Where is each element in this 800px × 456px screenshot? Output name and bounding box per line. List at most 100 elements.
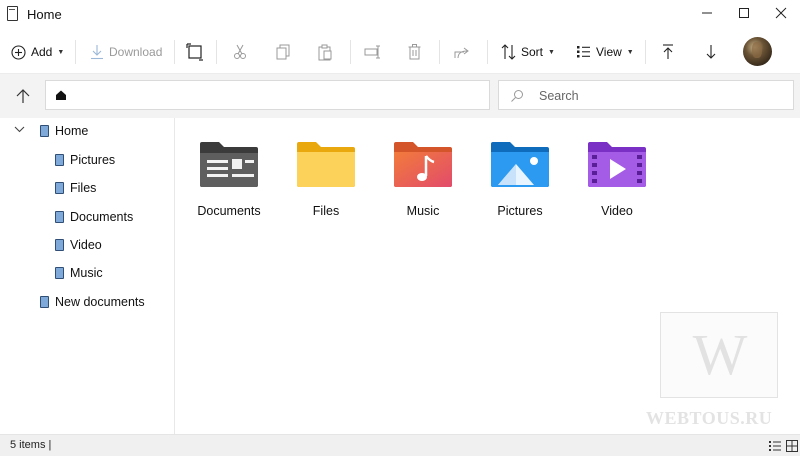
watermark-text: WEBTOUS.RU xyxy=(646,408,773,428)
folder-label: Music xyxy=(406,204,440,218)
download-arrow-button[interactable] xyxy=(705,30,717,74)
folder-label: Files xyxy=(312,204,340,218)
sidebar-item-label: Documents xyxy=(70,210,134,224)
rename-icon xyxy=(364,45,380,59)
download-icon xyxy=(91,45,103,60)
toolbar-divider xyxy=(439,40,440,64)
rename-button[interactable] xyxy=(364,30,381,74)
toolbar-divider xyxy=(174,40,175,64)
folder-label: Pictures xyxy=(497,204,543,218)
download-label: Download xyxy=(109,45,163,59)
add-label: Add xyxy=(31,45,53,59)
new-folder-icon xyxy=(186,43,203,61)
copy-icon xyxy=(276,44,290,60)
minimize-icon xyxy=(701,12,712,14)
share-button[interactable] xyxy=(454,30,470,74)
sidebar-item-documents[interactable]: Documents xyxy=(55,206,133,228)
add-circle-icon xyxy=(11,44,26,60)
cut-button[interactable] xyxy=(233,30,247,74)
avatar[interactable] xyxy=(743,37,772,66)
search-box[interactable]: Search xyxy=(498,80,794,110)
chevron-down-icon[interactable] xyxy=(14,126,25,133)
sidebar-item-home[interactable]: Home xyxy=(40,120,88,142)
sidebar-item-label: Pictures xyxy=(70,153,116,167)
sidebar-item-label: Video xyxy=(70,238,102,252)
document-icon xyxy=(55,267,64,279)
delete-button[interactable] xyxy=(408,30,421,74)
address-bar[interactable] xyxy=(45,80,490,110)
address-row: Search xyxy=(0,74,800,118)
item-count: 5 items | xyxy=(10,439,52,451)
close-icon xyxy=(775,7,786,19)
up-button[interactable] xyxy=(12,84,34,108)
close-button[interactable] xyxy=(762,0,799,26)
search-icon xyxy=(511,90,523,102)
music-folder-icon xyxy=(394,142,452,187)
search-input[interactable]: Search xyxy=(539,89,579,103)
title-bar: Home xyxy=(0,0,800,30)
sidebar-item-video[interactable]: Video xyxy=(55,234,102,256)
copy-button[interactable] xyxy=(276,30,291,74)
folder-label: Video xyxy=(601,204,633,218)
add-button[interactable]: Add ▼ xyxy=(11,30,64,74)
download-button[interactable]: Download xyxy=(90,30,162,74)
home-icon xyxy=(56,90,66,100)
sidebar-item-label: Files xyxy=(70,181,97,195)
document-icon xyxy=(40,125,49,137)
sidebar-item-label: New documents xyxy=(55,295,145,309)
pictures-folder-icon xyxy=(491,142,549,187)
document-icon xyxy=(55,154,64,166)
sidebar-item-music[interactable]: Music xyxy=(55,262,103,284)
sidebar-item-new-documents[interactable]: New documents xyxy=(40,291,145,313)
document-icon xyxy=(55,211,64,223)
sidebar-item-files[interactable]: Files xyxy=(55,177,96,199)
document-icon xyxy=(40,296,49,308)
toolbar-divider xyxy=(75,40,76,64)
arrow-down-icon xyxy=(706,45,716,59)
files-folder-icon xyxy=(297,142,355,187)
chevron-down-icon: ▼ xyxy=(57,48,65,56)
sort-label: Sort xyxy=(521,45,544,59)
toolbar-divider xyxy=(216,40,217,64)
toolbar-divider xyxy=(350,40,351,64)
minimize-button[interactable] xyxy=(688,0,725,26)
document-icon xyxy=(55,239,64,251)
video-folder-icon xyxy=(588,142,646,187)
watermark-logo: W xyxy=(660,312,778,398)
details-view-icon[interactable] xyxy=(768,439,782,453)
window-title: Home xyxy=(27,7,62,22)
maximize-icon xyxy=(738,8,749,18)
status-bar: 5 items | xyxy=(0,434,800,456)
trash-icon xyxy=(408,44,421,60)
watermark-letter: W xyxy=(692,322,748,387)
folder-item-files[interactable]: Files xyxy=(276,136,372,226)
document-icon xyxy=(55,182,64,194)
upload-button[interactable] xyxy=(662,30,674,74)
share-icon xyxy=(454,47,469,59)
sidebar-item-label: Music xyxy=(70,266,103,280)
list-view-icon xyxy=(577,46,590,58)
documents-folder-icon xyxy=(200,142,258,187)
view-button[interactable]: View ▼ xyxy=(576,30,634,74)
maximize-button[interactable] xyxy=(725,0,762,26)
folder-item-music[interactable]: Music xyxy=(373,136,469,226)
toolbar-divider xyxy=(487,40,488,64)
app-icon xyxy=(7,6,18,21)
tiles-view-icon[interactable] xyxy=(785,439,799,453)
sort-icon xyxy=(501,44,516,60)
toolbar: Add ▼ Download Sort ▼ View ▼ xyxy=(0,30,800,74)
sidebar-item-label: Home xyxy=(55,124,89,138)
chevron-down-icon: ▼ xyxy=(548,48,555,56)
toolbar-divider xyxy=(645,40,646,64)
new-item-button[interactable] xyxy=(186,30,204,74)
chevron-down-icon: ▼ xyxy=(626,48,634,56)
upload-icon xyxy=(663,44,673,59)
folder-item-documents[interactable]: Documents xyxy=(179,136,275,226)
paste-button[interactable] xyxy=(318,30,333,74)
folder-item-pictures[interactable]: Pictures xyxy=(470,136,566,226)
arrow-up-icon xyxy=(16,89,30,103)
navigation-pane: Home Pictures Files Documents Video Musi… xyxy=(0,118,175,434)
sidebar-item-pictures[interactable]: Pictures xyxy=(55,149,115,171)
sort-button[interactable]: Sort ▼ xyxy=(501,30,555,74)
folder-item-video[interactable]: Video xyxy=(567,136,663,226)
